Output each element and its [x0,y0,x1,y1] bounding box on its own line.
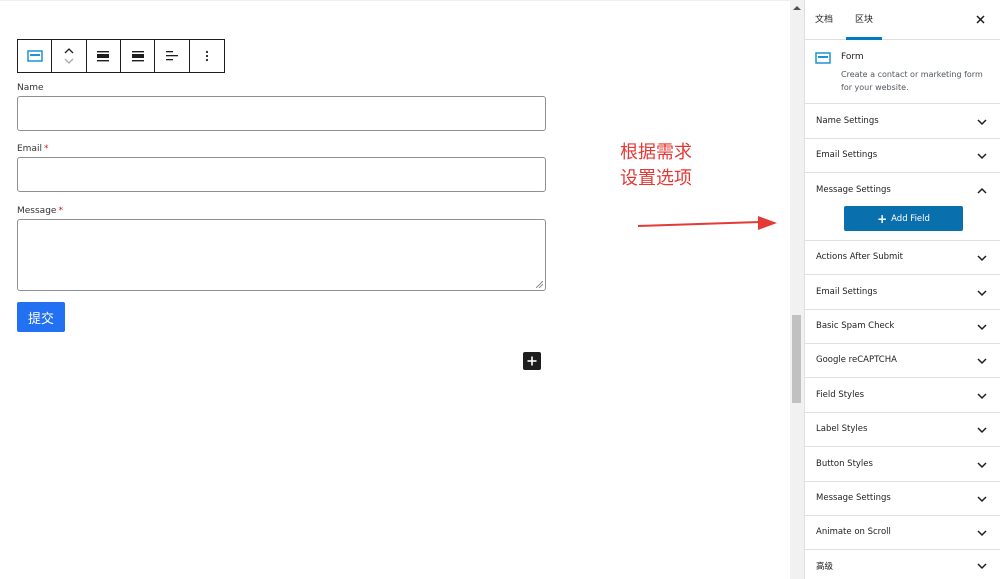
required-marker: * [43,144,49,154]
name-label-text: Name [17,83,44,93]
block-description: Create a contact or marketing form for y… [841,70,983,92]
chevron-down-icon [977,324,987,331]
align-full-button[interactable] [121,40,156,72]
more-options-icon [205,50,208,62]
tab-block[interactable]: 区块 [846,0,883,40]
panel-toggle[interactable]: Name Settings [805,104,1000,139]
more-options-button[interactable] [190,40,224,72]
plus-icon: + [877,211,888,226]
block-card: Form Create a contact or marketing form … [805,40,1000,104]
chevron-down-icon [977,119,987,126]
panel-toggle[interactable]: Message Settings [805,482,1000,516]
chevron-down-icon [977,393,987,400]
panel-label: Email Settings [816,150,878,160]
panel-toggle[interactable]: Email Settings [805,139,1000,173]
add-block-button[interactable] [523,352,541,370]
panel-label: Animate on Scroll [816,527,891,537]
move-block-button[interactable] [52,40,87,72]
sidebar-tabs: 文档 区块 [805,0,1000,40]
settings-sidebar: 文档 区块 Form Create a contact or marketing… [804,0,1000,579]
panel-toggle[interactable]: Email Settings [805,275,1000,310]
panel-toggle[interactable]: Button Styles [805,447,1000,482]
message-label-text: Message [17,206,57,216]
email-label: Email * [17,144,48,154]
panel-label: Message Settings [816,185,891,195]
message-textarea[interactable] [17,219,546,291]
panel-toggle[interactable]: Label Styles [805,413,1000,447]
move-up-down-icon [64,48,74,64]
justify-left-icon [166,51,179,61]
scrollbar[interactable] [790,0,804,579]
name-field[interactable] [17,96,546,131]
scrollbar-thumb[interactable] [792,315,801,403]
panel-label: Field Styles [816,390,865,400]
panel-label: Email Settings [816,287,878,297]
panel-label: 高级 [816,562,834,572]
panel-toggle[interactable]: Actions After Submit [805,241,1000,275]
chevron-down-icon [977,427,987,434]
panel-label: Label Styles [816,424,868,434]
panel-label: Basic Spam Check [816,321,895,331]
justify-button[interactable] [155,40,190,72]
panel-toggle[interactable]: Field Styles [805,378,1000,413]
panel-label: Google reCAPTCHA [816,355,897,365]
annotation-text: 根据需求 设置选项 [620,140,692,192]
annotation-line-1: 根据需求 [620,142,692,163]
resize-handle-icon[interactable] [536,281,543,288]
email-label-text: Email [17,144,42,154]
panel-toggle[interactable]: Google reCAPTCHA [805,344,1000,378]
required-marker: * [58,206,63,216]
align-full-icon [131,51,144,62]
chevron-down-icon [977,255,987,262]
annotation-line-2: 设置选项 [620,168,692,189]
add-field-label: Add Field [891,213,930,224]
email-field[interactable] [17,157,546,192]
chevron-down-icon [977,563,987,570]
panel-label: Actions After Submit [816,252,904,262]
chevron-down-icon [977,530,987,537]
editor-canvas: Name Email * Message * 提交 根据需求 设置选项 [0,0,790,579]
scroll-up-arrow-icon[interactable] [793,6,801,10]
align-wide-button[interactable] [87,40,122,72]
chevron-down-icon [977,462,987,469]
name-label: Name [17,83,44,93]
chevron-down-icon [977,358,987,365]
chevron-up-icon [977,187,987,194]
panel-toggle[interactable]: Basic Spam Check [805,310,1000,344]
submit-button[interactable]: 提交 [17,302,65,332]
panel-label: Message Settings [816,493,891,503]
panel-toggle[interactable]: 高级 [805,550,1000,579]
close-icon[interactable] [975,14,986,25]
panel-toggle[interactable]: Animate on Scroll [805,516,1000,550]
form-block-icon [26,50,43,62]
plus-icon [527,356,537,366]
block-type-button[interactable] [18,40,53,72]
chevron-down-icon [977,153,987,160]
tab-document[interactable]: 文档 [815,0,833,40]
chevron-down-icon [977,290,987,297]
block-title: Form [841,52,864,62]
arrow-right-icon [637,216,777,230]
form-block-icon [815,52,831,64]
panel-label: Name Settings [816,116,879,126]
add-field-button[interactable]: + Add Field [844,206,963,231]
align-wide-icon [97,51,110,62]
panel-label: Button Styles [816,459,873,469]
chevron-down-icon [977,496,987,503]
block-toolbar [17,39,225,73]
message-label: Message * [17,206,63,216]
